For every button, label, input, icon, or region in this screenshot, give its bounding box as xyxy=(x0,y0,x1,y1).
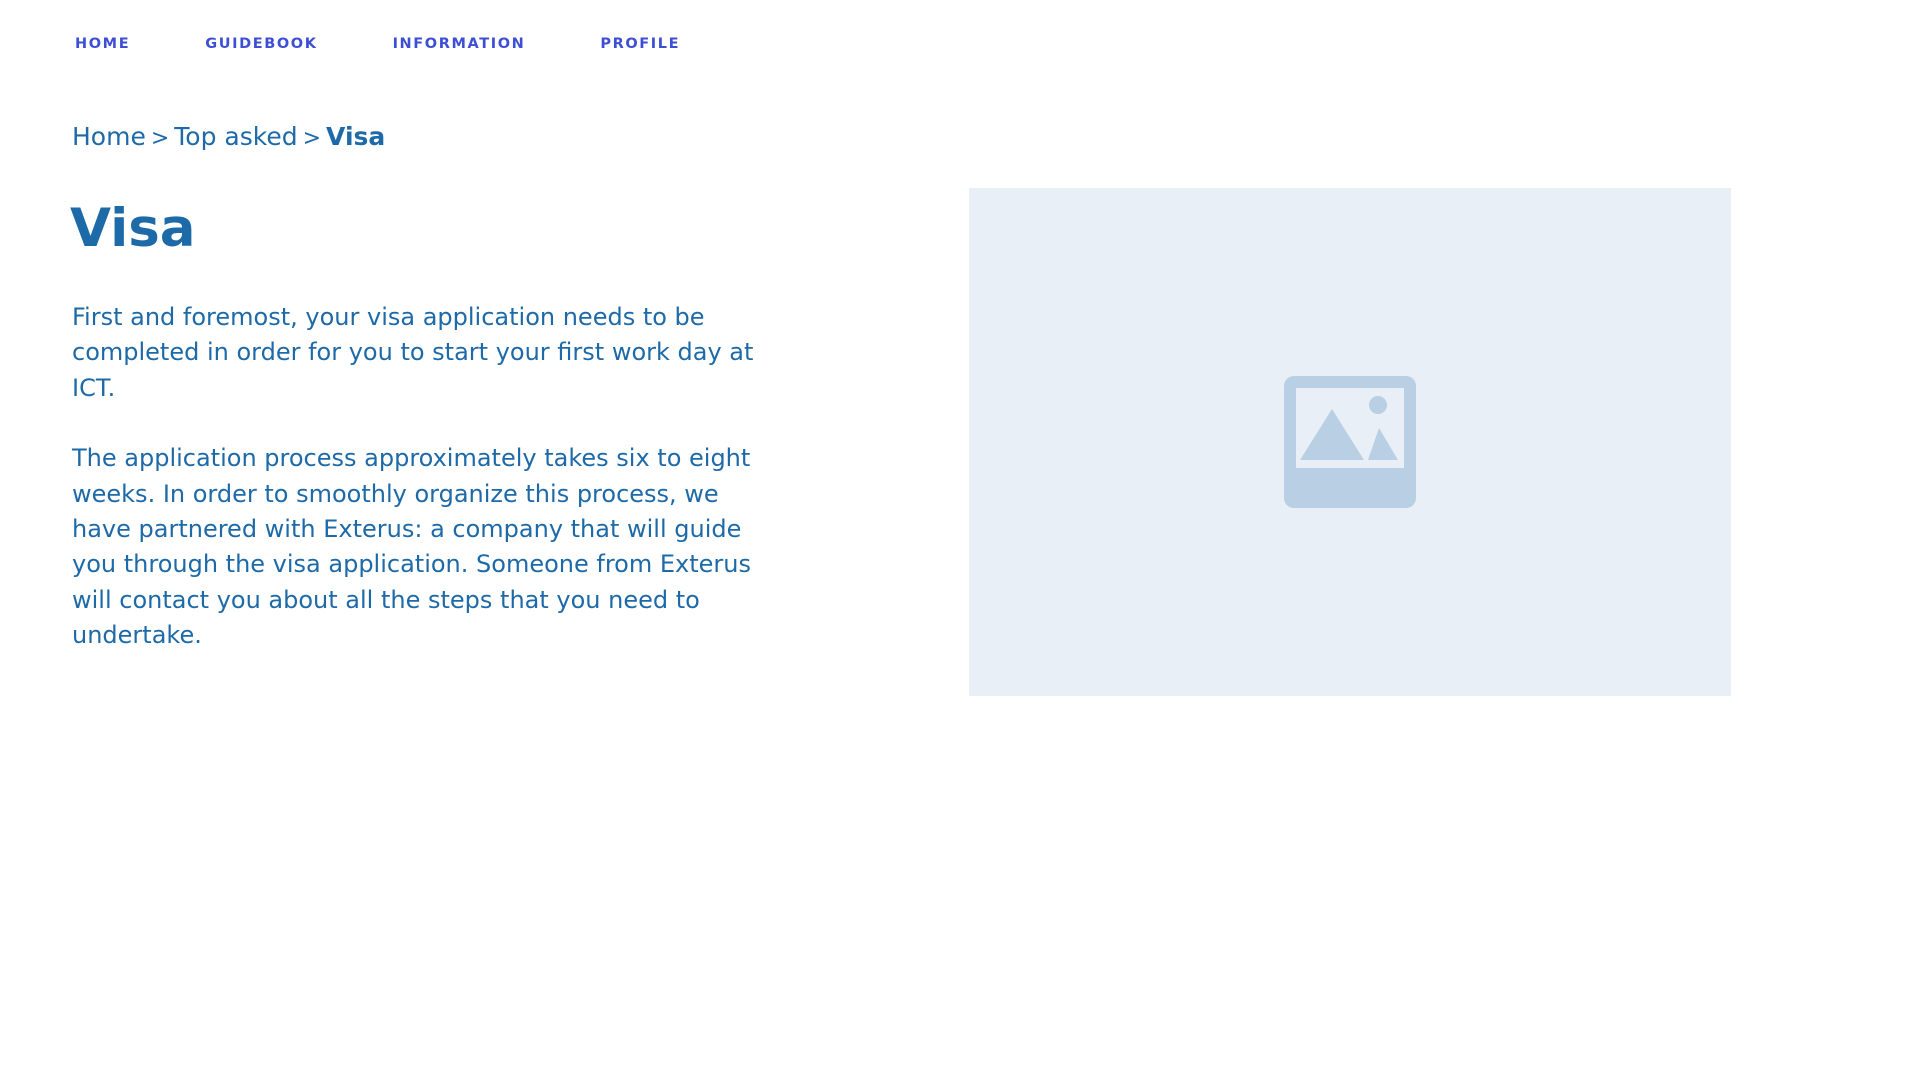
nav-item-home[interactable]: HOME xyxy=(75,34,130,54)
article-body: First and foremost, your visa applicatio… xyxy=(72,300,782,689)
breadcrumb-separator: > xyxy=(302,126,322,151)
image-placeholder xyxy=(969,188,1731,696)
breadcrumb-separator: > xyxy=(150,126,170,151)
page-title: Visa xyxy=(70,198,196,259)
nav-item-information[interactable]: INFORMATION xyxy=(393,34,526,54)
paragraph: First and foremost, your visa applicatio… xyxy=(72,303,754,402)
breadcrumb-top-asked-link[interactable]: Top asked xyxy=(174,122,297,151)
breadcrumb-current: Visa xyxy=(326,122,386,151)
nav-item-guidebook[interactable]: GUIDEBOOK xyxy=(205,34,317,54)
image-placeholder-icon xyxy=(1284,376,1416,508)
top-navigation: HOME GUIDEBOOK INFORMATION PROFILE xyxy=(75,34,755,54)
page: HOME GUIDEBOOK INFORMATION PROFILE Home >… xyxy=(0,0,1920,1080)
nav-item-profile[interactable]: PROFILE xyxy=(600,34,680,54)
paragraph: The application process approximately ta… xyxy=(72,444,751,650)
breadcrumb: Home > Top asked > Visa xyxy=(72,120,385,156)
breadcrumb-home-link[interactable]: Home xyxy=(72,122,146,151)
